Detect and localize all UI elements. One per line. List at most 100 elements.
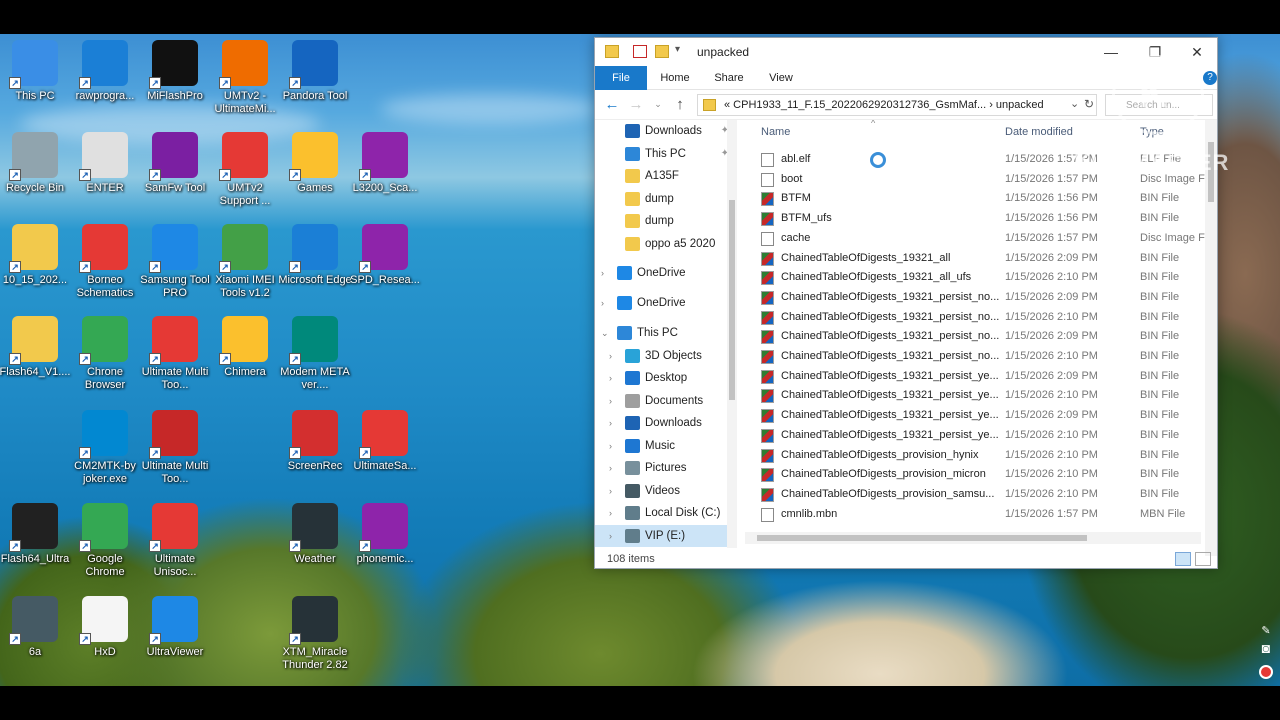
help-icon[interactable]: ? (1203, 71, 1217, 85)
nav-item[interactable]: › Videos (595, 480, 734, 502)
nav-item[interactable]: › VIP (E:) (595, 524, 734, 547)
desktop-icon[interactable]: ↗ CM2MTK-by joker.exe (68, 410, 142, 486)
desktop-icon[interactable]: ↗ UltimateSa... (348, 410, 422, 473)
desktop-icon[interactable]: ↗ Borneo Schematics (68, 224, 142, 300)
large-icons-view-icon[interactable] (1195, 552, 1211, 566)
file-row[interactable]: ChainedTableOfDigests_19321_persist_ye..… (743, 367, 1201, 387)
chevron-down-icon[interactable]: ⌄ (601, 322, 609, 344)
chevron-down-icon[interactable]: ⌄ (1070, 97, 1079, 110)
forward-arrow-icon[interactable]: → (627, 96, 645, 113)
tab-share[interactable]: Share (709, 66, 749, 90)
file-row[interactable]: ChainedTableOfDigests_19321_all_ufs 1/15/… (743, 268, 1201, 288)
nav-item[interactable]: › Music (595, 435, 734, 457)
record-button[interactable] (1256, 662, 1276, 682)
desktop-icon[interactable]: ↗ ScreenRec (278, 410, 352, 473)
nav-item[interactable]: › Local Disk (C:) (595, 502, 734, 524)
desktop-icon[interactable]: ↗ Flash64_V1.... (0, 316, 72, 379)
nav-item[interactable]: This PC ✦ (595, 143, 734, 165)
desktop-icon[interactable]: ↗ 6a (0, 596, 72, 659)
desktop-icon[interactable]: ↗ SPD_Resea... (348, 224, 422, 287)
file-row[interactable]: ChainedTableOfDigests_provision_samsu...… (743, 485, 1201, 505)
desktop-icon[interactable]: ↗ Xiaomi IMEI Tools v1.2 (208, 224, 282, 300)
chevron-right-icon[interactable]: › (609, 412, 612, 434)
desktop-icon[interactable]: ↗ UMTv2 - UltimateMi... (208, 40, 282, 116)
chevron-right-icon[interactable]: › (609, 390, 612, 412)
nav-item[interactable]: oppo a5 2020 (595, 233, 734, 255)
desktop-icon[interactable]: ↗ Games (278, 132, 352, 195)
up-arrow-icon[interactable]: ↑ (671, 96, 689, 113)
file-row[interactable]: ChainedTableOfDigests_19321_persist_no..… (743, 308, 1201, 328)
desktop-icon[interactable]: ↗ rawprogra... (68, 40, 142, 103)
chevron-right-icon[interactable]: › (609, 435, 612, 457)
desktop-icon[interactable]: ↗ Ultimate Multi Too... (138, 410, 212, 486)
minimize-button[interactable]: — (1089, 38, 1133, 66)
chevron-right-icon[interactable]: › (609, 502, 612, 524)
details-view-icon[interactable] (1175, 552, 1191, 566)
file-row[interactable]: ChainedTableOfDigests_19321_persist_ye..… (743, 406, 1201, 426)
file-row[interactable]: ChainedTableOfDigests_provision_hynix 1/1… (743, 446, 1201, 466)
desktop-icon[interactable]: ↗ Flash64_Ultra (0, 503, 72, 566)
nav-item[interactable]: › 3D Objects (595, 345, 734, 367)
desktop-icon[interactable]: ↗ Pandora Tool (278, 40, 352, 103)
chevron-right-icon[interactable]: › (601, 262, 604, 284)
nav-item[interactable]: › Downloads (595, 412, 734, 434)
desktop-icon[interactable]: ↗ This PC (0, 40, 72, 103)
address-bar[interactable]: « CPH1933_11_F.15_2022062920312736_GsmMa… (697, 94, 1097, 116)
back-arrow-icon[interactable]: ← (603, 96, 621, 113)
file-row[interactable]: ChainedTableOfDigests_19321_persist_no..… (743, 327, 1201, 347)
properties-icon[interactable] (633, 45, 647, 58)
refresh-icon[interactable]: ↻ (1084, 97, 1094, 111)
file-list-scrollbar[interactable] (1205, 120, 1217, 556)
desktop-icon[interactable]: ↗ SamFw Tool (138, 132, 212, 195)
chevron-right-icon[interactable]: › (609, 345, 612, 367)
file-row[interactable]: ChainedTableOfDigests_19321_all 1/15/2026… (743, 249, 1201, 269)
desktop-icon[interactable]: ↗ Microsoft Edge (278, 224, 352, 287)
desktop-icon[interactable]: ↗ XTM_Miracle Thunder 2.82 (278, 596, 352, 672)
camera-icon[interactable]: ◙ (1256, 640, 1276, 660)
desktop-icon[interactable]: ↗ HxD (68, 596, 142, 659)
tab-home[interactable]: Home (655, 66, 695, 90)
quick-access-dropdown-icon[interactable]: ▾ (675, 44, 680, 55)
nav-item[interactable]: Downloads ✦ (595, 120, 734, 142)
tab-view[interactable]: View (761, 66, 801, 90)
chevron-right-icon[interactable]: › (601, 292, 604, 314)
title-bar[interactable]: ▾ unpacked — ❐ ✕ (595, 38, 1217, 66)
desktop-icon[interactable]: ↗ Google Chrome (68, 503, 142, 579)
new-folder-icon[interactable] (655, 45, 669, 58)
nav-item[interactable]: dump (595, 210, 734, 232)
nav-item[interactable]: › OneDrive (595, 292, 734, 314)
column-name[interactable]: Name (761, 126, 790, 138)
file-row[interactable]: ChainedTableOfDigests_19321_persist_no..… (743, 288, 1201, 308)
nav-scrollbar[interactable] (727, 120, 737, 548)
desktop-icon[interactable]: ↗ Samsung Tool PRO (138, 224, 212, 300)
desktop-icon[interactable]: ↗ UltraViewer (138, 596, 212, 659)
desktop-icon[interactable]: ↗ UMTv2 Support ... (208, 132, 282, 208)
file-row[interactable]: ChainedTableOfDigests_19321_persist_no..… (743, 347, 1201, 367)
nav-item[interactable]: dump (595, 188, 734, 210)
desktop-icon[interactable]: ↗ Modem META ver.... (278, 316, 352, 392)
recent-dropdown-icon[interactable]: ⌄ (649, 99, 667, 110)
file-row[interactable]: cmnlib.mbn 1/15/2026 1:57 PM MBN File (743, 505, 1201, 525)
desktop-icon[interactable]: ↗ Weather (278, 503, 352, 566)
tab-file[interactable]: File (595, 66, 647, 90)
desktop-icon[interactable]: ↗ MiFlashPro (138, 40, 212, 103)
desktop-icon[interactable]: ↗ Ultimate Unisoc... (138, 503, 212, 579)
file-row[interactable]: ChainedTableOfDigests_19321_persist_ye..… (743, 386, 1201, 406)
desktop-icon[interactable]: ↗ Recycle Bin (0, 132, 72, 195)
file-row[interactable]: BTFM_ufs 1/15/2026 1:56 PM BIN File (743, 209, 1201, 229)
chevron-right-icon[interactable]: › (609, 525, 612, 547)
desktop-icon[interactable]: ↗ L3200_Sca... (348, 132, 422, 195)
breadcrumb[interactable]: « CPH1933_11_F.15_2022062920312736_GsmMa… (724, 99, 1044, 111)
chevron-right-icon[interactable]: › (609, 367, 612, 389)
file-row[interactable]: ChainedTableOfDigests_19321_persist_ye..… (743, 426, 1201, 446)
chevron-right-icon[interactable]: › (609, 457, 612, 479)
desktop-icon[interactable]: ↗ Ultimate Multi Too... (138, 316, 212, 392)
desktop-icon[interactable]: ↗ 10_15_202... (0, 224, 72, 287)
desktop-icon[interactable]: ↗ phonemic... (348, 503, 422, 566)
desktop-icon[interactable]: ↗ Chimera (208, 316, 282, 379)
chevron-right-icon[interactable]: › (609, 480, 612, 502)
file-row[interactable]: cache 1/15/2026 1:57 PM Disc Image F (743, 229, 1205, 249)
file-row[interactable]: BTFM 1/15/2026 1:56 PM BIN File (743, 189, 1201, 209)
scroll-thumb[interactable] (729, 200, 735, 400)
nav-item[interactable]: › Pictures (595, 457, 734, 479)
